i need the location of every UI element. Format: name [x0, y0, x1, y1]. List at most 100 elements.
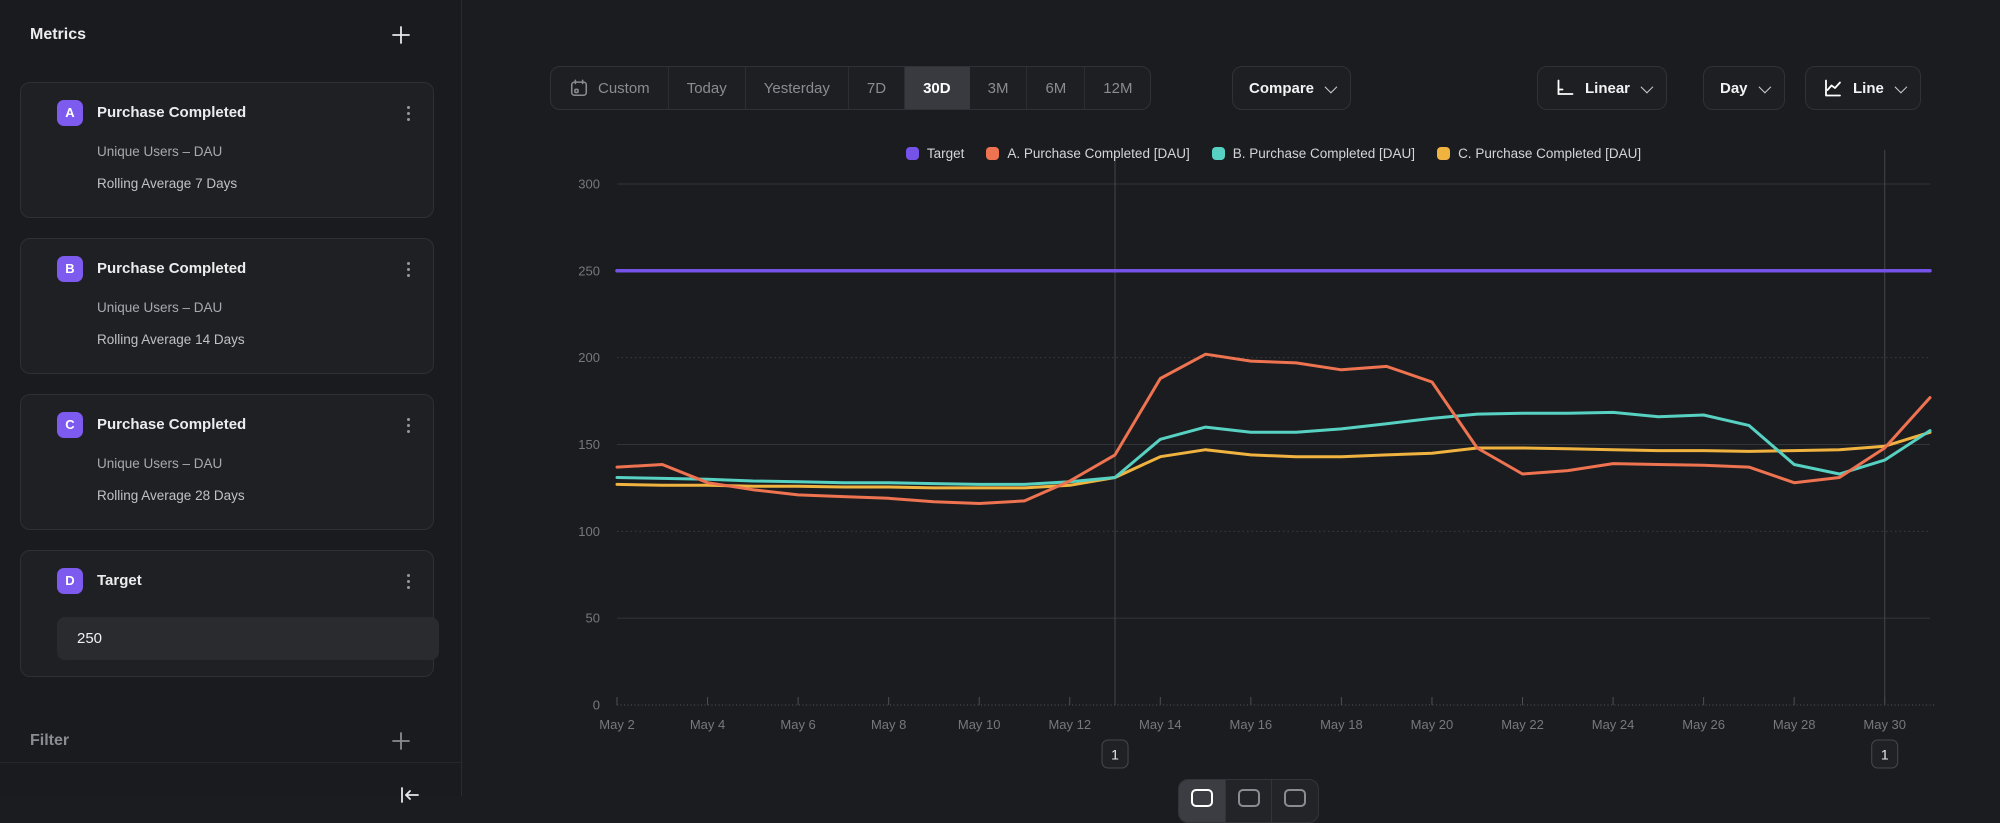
chart-view-button[interactable] — [1179, 780, 1226, 822]
x-axis-tick-label: May 6 — [780, 717, 815, 732]
range-label: Custom — [598, 80, 650, 97]
x-axis-tick-label: May 2 — [599, 717, 634, 732]
y-axis-tick-label: 50 — [586, 611, 600, 626]
metric-badge: B — [57, 256, 83, 282]
metric-badge: A — [57, 100, 83, 126]
range-7d[interactable]: 7D — [849, 67, 905, 109]
legend-swatch — [986, 147, 999, 160]
x-axis-tick-label: May 16 — [1230, 717, 1273, 732]
axes-icon — [1554, 77, 1576, 99]
x-axis-tick-label: May 22 — [1501, 717, 1544, 732]
annotation-badge[interactable] — [1872, 740, 1898, 768]
range-yesterday[interactable]: Yesterday — [746, 67, 849, 109]
legend-item[interactable]: B. Purchase Completed [DAU] — [1212, 146, 1415, 161]
chart-view-icon — [1191, 789, 1213, 807]
y-axis-tick-label: 200 — [578, 350, 600, 365]
chevron-down-icon — [1641, 80, 1654, 93]
range-today[interactable]: Today — [669, 67, 746, 109]
legend-label: A. Purchase Completed [DAU] — [1007, 146, 1189, 161]
y-axis-tick-label: 0 — [593, 698, 600, 713]
legend-swatch — [1212, 147, 1225, 160]
legend-item[interactable]: A. Purchase Completed [DAU] — [986, 146, 1189, 161]
collapse-sidebar-button[interactable] — [398, 783, 422, 807]
chevron-down-icon — [1325, 80, 1338, 93]
metric-title: Purchase Completed — [97, 256, 246, 282]
metric-card-a[interactable]: A Purchase Completed Unique Users – DAU … — [20, 82, 434, 218]
legend-item[interactable]: C. Purchase Completed [DAU] — [1437, 146, 1641, 161]
x-axis-tick-label: May 12 — [1048, 717, 1091, 732]
x-axis-tick-label: May 10 — [958, 717, 1001, 732]
x-axis-tick-label: May 8 — [871, 717, 906, 732]
legend-label: Target — [927, 146, 965, 161]
metric-rolling: Rolling Average 28 Days — [97, 485, 245, 507]
view-switcher — [1178, 779, 1319, 823]
metric-menu-button[interactable] — [399, 413, 417, 437]
target-value-input[interactable] — [57, 617, 439, 660]
metric-badge: D — [57, 568, 83, 594]
metric-menu-button[interactable] — [399, 569, 417, 593]
range-label: Yesterday — [764, 80, 830, 97]
metrics-heading: Metrics — [30, 22, 86, 48]
plus-icon — [390, 24, 412, 46]
target-title: Target — [97, 568, 142, 594]
target-card[interactable]: D Target — [20, 550, 434, 677]
legend-label: B. Purchase Completed [DAU] — [1233, 146, 1415, 161]
series-line-a — [617, 354, 1930, 503]
x-axis-tick-label: May 14 — [1139, 717, 1182, 732]
x-axis-tick-label: May 24 — [1592, 717, 1635, 732]
metrics-sidebar: Metrics A Purchase Completed Unique User… — [0, 0, 462, 796]
series-line-b — [617, 412, 1930, 484]
x-axis-tick-label: May 20 — [1411, 717, 1454, 732]
x-axis-tick-label: May 18 — [1320, 717, 1363, 732]
metric-badge: C — [57, 412, 83, 438]
bar-view-button[interactable] — [1226, 780, 1273, 822]
annotation-badge[interactable] — [1102, 740, 1128, 768]
legend-label: C. Purchase Completed [DAU] — [1458, 146, 1641, 161]
range-label: Today — [687, 80, 727, 97]
range-30d[interactable]: 30D — [905, 67, 970, 109]
chart-type-label: Line — [1853, 80, 1884, 97]
line-chart-icon — [1822, 77, 1844, 99]
metric-title: Purchase Completed — [97, 412, 246, 438]
chart-type-dropdown[interactable]: Line — [1805, 66, 1921, 110]
y-axis-tick-label: 100 — [578, 524, 600, 539]
add-metric-button[interactable] — [390, 24, 412, 46]
metric-card-c[interactable]: C Purchase Completed Unique Users – DAU … — [20, 394, 434, 530]
range-6m[interactable]: 6M — [1027, 67, 1085, 109]
add-filter-button[interactable] — [390, 730, 412, 752]
metric-card-b[interactable]: B Purchase Completed Unique Users – DAU … — [20, 238, 434, 374]
range-label: 3M — [988, 80, 1009, 97]
annotation-badge-label: 1 — [1111, 747, 1119, 763]
range-3m[interactable]: 3M — [970, 67, 1028, 109]
range-custom[interactable]: Custom — [551, 67, 669, 109]
y-axis-tick-label: 250 — [578, 263, 600, 278]
granularity-dropdown[interactable]: Day — [1703, 66, 1785, 110]
range-label: 30D — [923, 80, 951, 97]
range-label: 7D — [867, 80, 886, 97]
legend-item[interactable]: Target — [906, 146, 965, 161]
compare-label: Compare — [1249, 80, 1314, 97]
x-axis-tick-label: May 28 — [1773, 717, 1816, 732]
chart-legend: Target A. Purchase Completed [DAU] B. Purc… — [617, 146, 1930, 161]
filter-heading: Filter — [30, 728, 69, 754]
x-axis-tick-label: May 30 — [1863, 717, 1906, 732]
metric-menu-button[interactable] — [399, 101, 417, 125]
metric-title: Purchase Completed — [97, 100, 246, 126]
bar-view-icon — [1238, 789, 1260, 807]
compare-dropdown[interactable]: Compare — [1232, 66, 1351, 110]
sidebar-divider — [461, 0, 462, 796]
date-range-control: Custom Today Yesterday 7D 30D 3M 6M 12M — [550, 66, 1151, 110]
metric-menu-button[interactable] — [399, 257, 417, 281]
plus-icon — [390, 730, 412, 752]
collapse-left-icon — [398, 794, 422, 811]
range-12m[interactable]: 12M — [1085, 67, 1150, 109]
chevron-down-icon — [1758, 80, 1771, 93]
table-view-button[interactable] — [1272, 780, 1318, 822]
range-label: 12M — [1103, 80, 1132, 97]
metric-measure: Unique Users – DAU — [97, 297, 222, 319]
annotation-badge-label: 1 — [1881, 747, 1889, 763]
calendar-icon — [569, 78, 589, 98]
scale-dropdown[interactable]: Linear — [1537, 66, 1667, 110]
sidebar-footer-divider — [0, 762, 462, 763]
table-view-icon — [1284, 789, 1306, 807]
